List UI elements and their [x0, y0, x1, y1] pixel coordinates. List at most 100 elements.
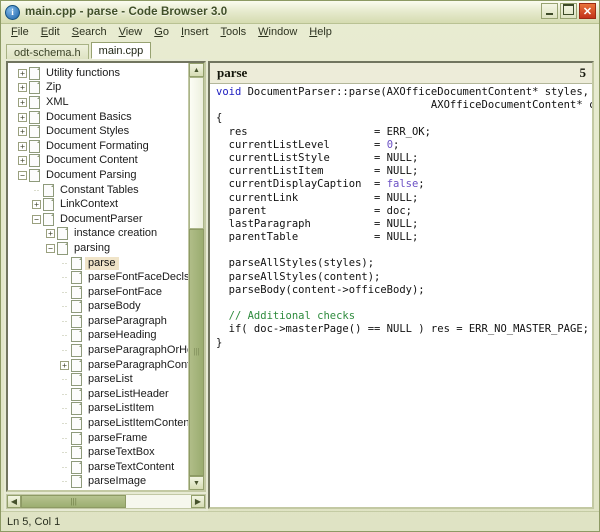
minimize-button[interactable] [541, 3, 558, 19]
document-icon [71, 460, 82, 474]
tree-item-label: DocumentParser [60, 212, 143, 225]
code-line: void DocumentParser::parse(AXOfficeDocum… [216, 86, 592, 99]
tree-item[interactable]: + Utility functions [8, 66, 188, 81]
menu-item-view[interactable]: View [113, 25, 149, 39]
tree-item-label: parseImage [88, 475, 147, 488]
tree-item[interactable]: + LinkContext [8, 197, 188, 212]
current-function-name: parse [217, 65, 248, 80]
tree-item[interactable]: ·· parseFontFaceDecls [8, 270, 188, 285]
menu-item-tools[interactable]: Tools [214, 25, 252, 39]
code-token: res = ERR_OK; [216, 125, 431, 138]
tree-collapse-icon[interactable]: − [18, 170, 27, 180]
menu-item-go[interactable]: Go [148, 25, 175, 39]
close-button[interactable]: ✕ [579, 3, 596, 19]
tree-collapse-icon[interactable]: − [46, 243, 55, 253]
tree-item[interactable]: − DocumentParser [8, 212, 188, 227]
tree-expand-icon[interactable]: + [18, 112, 27, 122]
code-token: ; [393, 138, 400, 151]
tab-main-cpp[interactable]: main.cpp [90, 42, 152, 59]
menu-item-window[interactable]: Window [252, 25, 303, 39]
tree-expand-icon[interactable]: + [18, 97, 27, 107]
tree-item[interactable]: ·· parseBody [8, 300, 188, 315]
document-icon [29, 81, 40, 95]
tree-item[interactable]: + Zip [8, 81, 188, 96]
tree-item[interactable]: ··addListItemCaption [8, 489, 188, 490]
scroll-grip-icon: ||| [193, 347, 200, 357]
tree-item[interactable]: + instance creation [8, 227, 188, 242]
tree-branch-line-icon: ·· [61, 403, 68, 414]
menu-bar: File Edit Search View Go Insert Tools Window Hel… [1, 24, 599, 40]
document-icon [57, 241, 68, 255]
tree-item[interactable]: ·· parse [8, 256, 188, 271]
menu-item-search[interactable]: Search [66, 25, 113, 39]
tree-expand-icon[interactable]: + [18, 141, 27, 151]
tree-item[interactable]: + Document Styles [8, 124, 188, 139]
tree-item-label: parseHeading [88, 329, 157, 342]
tree-expand-icon[interactable]: + [18, 127, 27, 137]
tree-item[interactable]: ·· Constant Tables [8, 183, 188, 198]
tree-hscroll-track[interactable]: ||| [21, 495, 191, 508]
tree-expand-icon[interactable]: + [60, 360, 69, 370]
tree-item[interactable]: + Document Content [8, 154, 188, 169]
tree-expand-icon[interactable]: + [18, 156, 27, 166]
tree-item[interactable]: ·· parseListItemContent [8, 416, 188, 431]
maximize-button[interactable] [560, 3, 577, 19]
code-line: AXOfficeDocumentContent* content) [216, 99, 592, 112]
tree-item[interactable]: ·· parseImage [8, 475, 188, 490]
tree-branch-line-icon: ·· [61, 272, 68, 283]
tree-expand-icon[interactable]: + [18, 83, 27, 93]
tree-expand-icon[interactable]: + [18, 68, 27, 78]
tree-item[interactable]: ·· parseParagraph [8, 314, 188, 329]
tab-odt-schema-h[interactable]: odt-schema.h [6, 44, 89, 59]
tree-vscroll-lower[interactable]: ||| [189, 228, 204, 476]
tree-item[interactable]: + Document Formating [8, 139, 188, 154]
tree-branch-line-icon: ·· [61, 388, 68, 399]
document-icon [71, 373, 82, 387]
tree-item[interactable]: − parsing [8, 241, 188, 256]
tree-item[interactable]: ·· parseHeading [8, 329, 188, 344]
code-editor[interactable]: void DocumentParser::parse(AXOfficeDocum… [210, 84, 592, 507]
tree-item[interactable]: + Document Basics [8, 110, 188, 125]
tree-branch-line-icon: ·· [61, 374, 68, 385]
tree-vscroll-thumb[interactable] [189, 77, 204, 229]
tree-hscroll-thumb[interactable]: ||| [21, 495, 127, 508]
menu-item-edit[interactable]: Edit [35, 25, 66, 39]
tree-scroll-area[interactable]: + Utility functions + Zip + XML + Document Basi… [8, 63, 188, 490]
tree-horizontal-scrollbar[interactable]: ◀ ||| ▶ [6, 494, 206, 509]
scroll-up-button[interactable]: ▲ [189, 63, 204, 77]
tree-branch-line-icon: ·· [61, 345, 68, 356]
tree-item[interactable]: − Document Parsing [8, 168, 188, 183]
tree-item[interactable]: ·· parseFontFace [8, 285, 188, 300]
tree-item[interactable]: ·· parseListItem [8, 402, 188, 417]
line-count-badge: 5 [579, 65, 587, 80]
scroll-left-button[interactable]: ◀ [7, 495, 21, 508]
window-controls: ✕ [541, 3, 596, 19]
tree-item[interactable]: ·· parseTextBox [8, 445, 188, 460]
tree-expand-icon[interactable]: + [46, 229, 55, 239]
window-title: main.cpp - parse - Code Browser 3.0 [25, 6, 228, 18]
menu-item-file[interactable]: File [5, 25, 35, 39]
tree-collapse-icon[interactable]: − [32, 214, 41, 224]
document-icon [71, 256, 82, 270]
tree-item[interactable]: + parseParagraphContent [8, 358, 188, 373]
tree-item[interactable]: ·· parseFrame [8, 431, 188, 446]
tree-item[interactable]: + XML [8, 95, 188, 110]
tree-item[interactable]: ·· parseParagraphOrHeading [8, 343, 188, 358]
tree-vscroll-track[interactable]: ||| [189, 77, 204, 476]
menu-item-help[interactable]: Help [303, 25, 338, 39]
tree-item[interactable]: ·· parseListHeader [8, 387, 188, 402]
tree-item[interactable]: ·· parseTextContent [8, 460, 188, 475]
code-line: lastParagraph = NULL; [216, 218, 592, 231]
tree-item-label: Document Formating [46, 139, 149, 152]
symbol-tree[interactable]: + Utility functions + Zip + XML + Document Basi… [8, 63, 188, 490]
code-line: parseAllStyles(content); [216, 271, 592, 284]
scroll-down-button[interactable]: ▼ [189, 476, 204, 490]
tree-vertical-scrollbar[interactable]: ▲ ||| ▼ [188, 63, 204, 490]
tree-expand-icon[interactable]: + [32, 200, 41, 210]
menu-item-insert[interactable]: Insert [175, 25, 215, 39]
scroll-right-button[interactable]: ▶ [191, 495, 205, 508]
tree-item[interactable]: ·· parseList [8, 372, 188, 387]
document-icon [71, 417, 82, 431]
code-token: } [216, 336, 223, 349]
